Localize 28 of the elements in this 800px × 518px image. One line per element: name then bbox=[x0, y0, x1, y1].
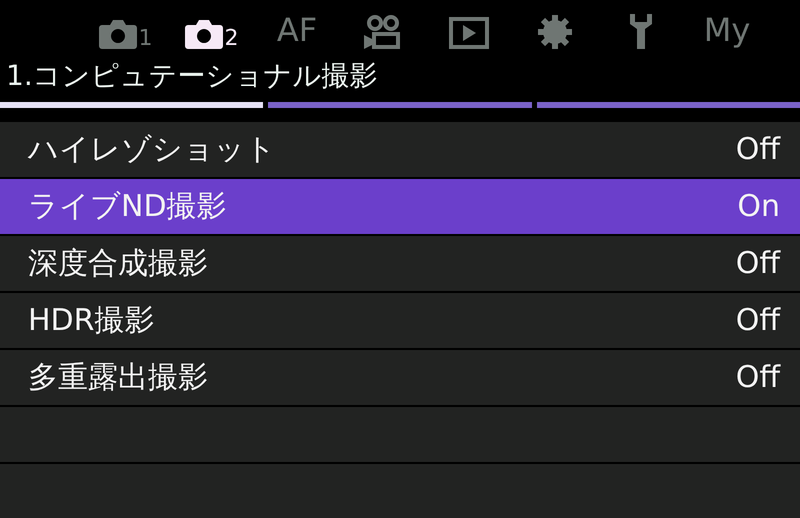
setting-name: HDR撮影 bbox=[28, 302, 155, 340]
movie-camera-icon bbox=[363, 14, 403, 50]
setting-value: Off bbox=[736, 360, 780, 395]
menu-tab[interactable]: 2 bbox=[168, 6, 254, 50]
play-icon bbox=[448, 16, 490, 50]
setting-name: ハイレゾショット bbox=[28, 131, 276, 169]
setting-value: Off bbox=[736, 132, 780, 167]
menu-row[interactable]: ライブND撮影 On bbox=[0, 179, 800, 234]
camera-icon bbox=[184, 18, 224, 50]
menu-row[interactable]: HDR撮影 Off bbox=[0, 293, 800, 348]
setting-name: ライブND撮影 bbox=[28, 188, 227, 226]
camera-icon bbox=[98, 18, 138, 50]
wrench-icon bbox=[628, 12, 654, 50]
page-title: 1.コンピュテーショナル撮影 bbox=[5, 58, 379, 94]
menu-tab[interactable]: AF bbox=[254, 6, 340, 50]
setting-value: On bbox=[737, 189, 780, 224]
setting-value: Off bbox=[736, 303, 780, 338]
menu-tab[interactable]: My bbox=[684, 6, 770, 50]
menu-tab[interactable]: 1 bbox=[82, 6, 168, 50]
setting-value: Off bbox=[736, 246, 780, 281]
tab-number: 2 bbox=[224, 28, 238, 50]
tab-number: 1 bbox=[138, 28, 152, 50]
settings-icon bbox=[537, 14, 573, 50]
menu-row[interactable]: 深度合成撮影 Off bbox=[0, 236, 800, 291]
menu-row[interactable]: ハイレゾショット Off bbox=[0, 122, 800, 177]
setting-name: 深度合成撮影 bbox=[28, 245, 208, 283]
menu-row[interactable]: 多重露出撮影 Off bbox=[0, 350, 800, 405]
setting-name: 多重露出撮影 bbox=[28, 359, 208, 397]
